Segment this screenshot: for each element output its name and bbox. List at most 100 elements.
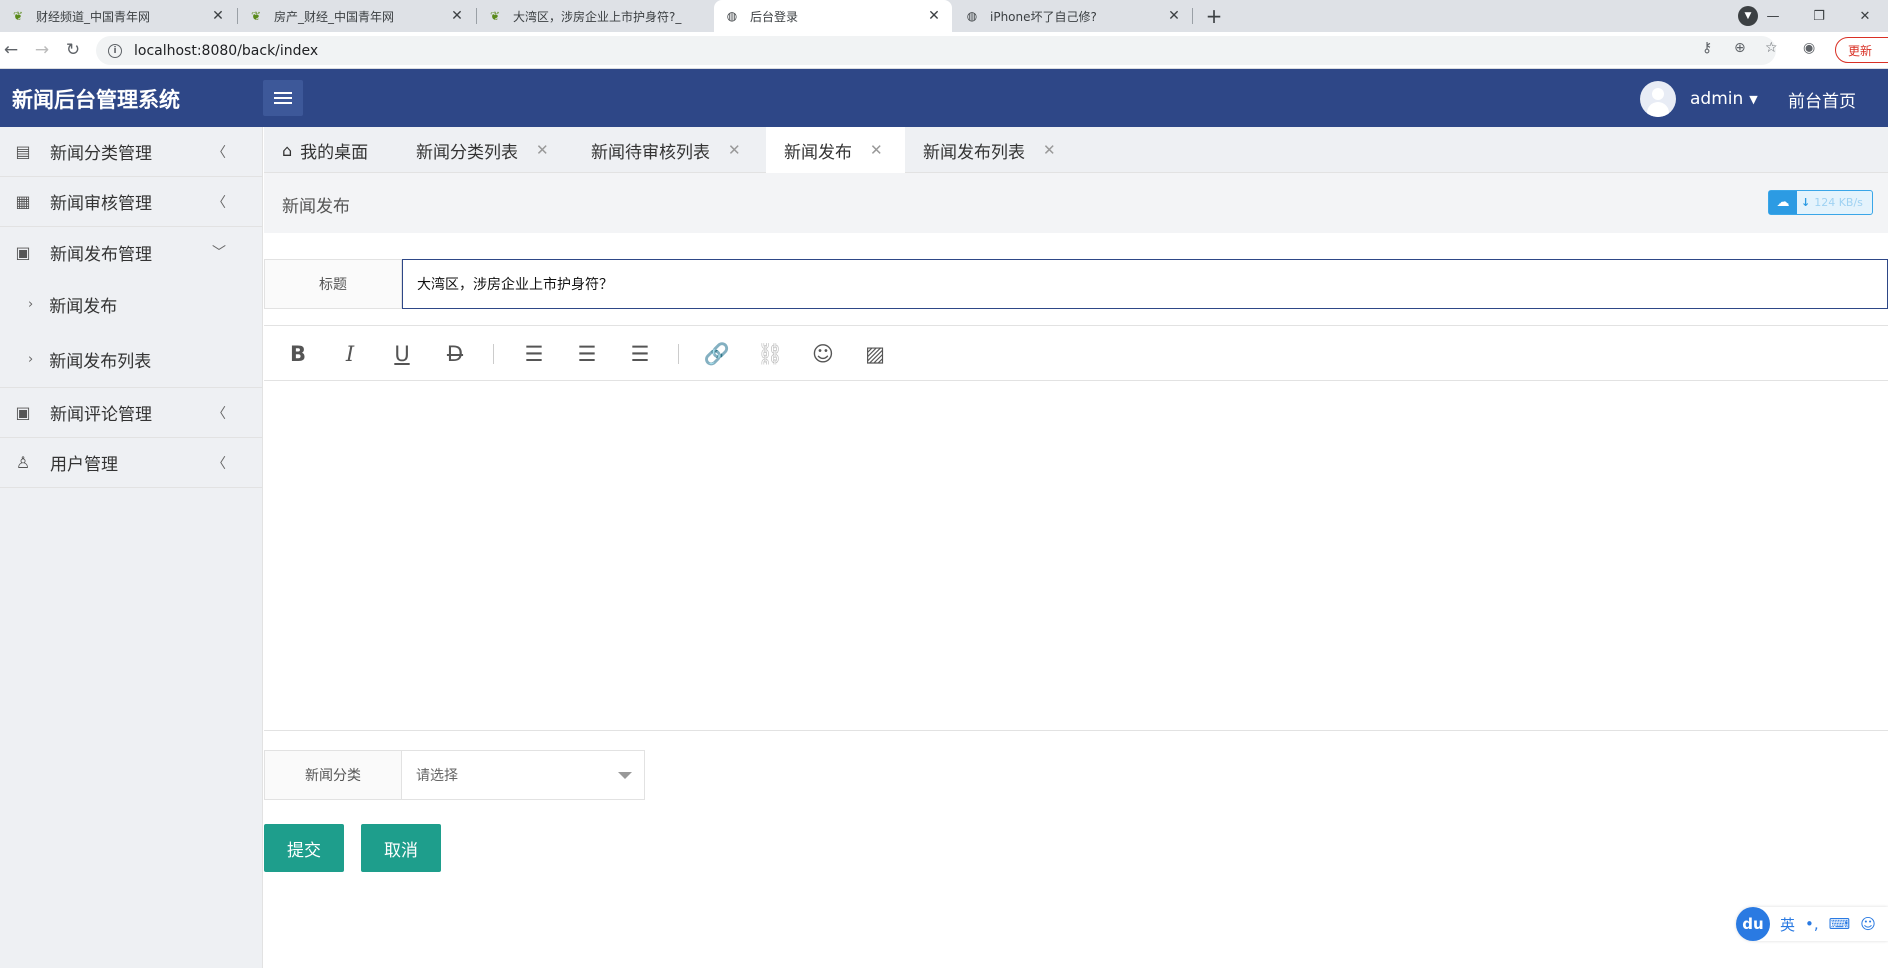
- tab-pending-review[interactable]: 新闻待审核列表 ✕: [591, 127, 741, 173]
- tab-desktop[interactable]: ⌂ 我的桌面: [282, 127, 368, 173]
- punctuation-icon[interactable]: •,: [1805, 915, 1819, 933]
- sidebar-item-label: 新闻审核管理: [50, 194, 152, 214]
- sidebar-item-category[interactable]: ▤ 新闻分类管理 〈: [0, 127, 262, 177]
- forward-icon[interactable]: →: [31, 40, 53, 60]
- chevron-right-icon: ›: [28, 297, 34, 312]
- minimize-icon[interactable]: —: [1750, 0, 1796, 32]
- keyboard-icon[interactable]: ⌨: [1829, 915, 1851, 933]
- back-icon[interactable]: ←: [0, 40, 22, 60]
- underline-icon[interactable]: U: [388, 340, 416, 368]
- home-icon: ⌂: [282, 140, 293, 160]
- cancel-button[interactable]: 取消: [361, 824, 441, 872]
- category-select[interactable]: 请选择: [402, 751, 644, 799]
- tab-news-publish[interactable]: 新闻发布 ✕: [766, 127, 905, 173]
- sidebar-subitem-publish[interactable]: › 新闻发布: [0, 277, 262, 332]
- user-menu[interactable]: admin ▼: [1640, 81, 1758, 117]
- leaf-icon: ❦: [12, 9, 24, 23]
- browser-tab[interactable]: ◍ iPhone坏了自己修? ✕: [954, 0, 1192, 32]
- image-icon[interactable]: ▨: [861, 340, 889, 368]
- menu-toggle-button[interactable]: [263, 80, 303, 116]
- sidebar-item-label: 新闻分类管理: [50, 144, 152, 164]
- editor-toolbar: B I U D ☰ ☰ ☰ 🔗 ⛓ ☺ ▨: [264, 325, 1888, 381]
- browser-tab-title: 大湾区，涉房企业上市护身符?_: [513, 9, 682, 24]
- close-icon[interactable]: ✕: [1043, 141, 1056, 159]
- app-header: 新闻后台管理系统 admin ▼ 前台首页: [0, 69, 1888, 127]
- ime-user-icon[interactable]: ☺: [1860, 915, 1876, 933]
- leaf-icon: ❦: [489, 9, 501, 23]
- chevron-left-icon: 〈: [212, 405, 226, 422]
- key-icon[interactable]: ⚷: [1702, 40, 1712, 56]
- close-icon[interactable]: ✕: [870, 141, 883, 159]
- browser-tab[interactable]: ❦ 房产_财经_中国青年网 ✕: [238, 0, 475, 32]
- star-icon[interactable]: ☆: [1765, 40, 1778, 56]
- align-left-icon[interactable]: ☰: [520, 340, 548, 368]
- close-icon[interactable]: ✕: [926, 8, 942, 24]
- submit-button[interactable]: 提交: [264, 824, 344, 872]
- browser-tab-title: iPhone坏了自己修?: [990, 9, 1097, 24]
- close-icon[interactable]: ✕: [728, 141, 741, 159]
- align-center-icon[interactable]: ☰: [573, 340, 601, 368]
- new-tab-button[interactable]: +: [1201, 0, 1227, 32]
- sidebar-subitem-label: 新闻发布列表: [49, 352, 152, 372]
- title-input[interactable]: [402, 259, 1888, 309]
- sidebar-item-label: 新闻评论管理: [50, 405, 152, 425]
- strikethrough-icon[interactable]: D: [441, 340, 469, 368]
- zoom-icon[interactable]: ⊕: [1734, 40, 1746, 56]
- sidebar-item-review[interactable]: ▦ 新闻审核管理 〈: [0, 177, 262, 227]
- editor-content-area[interactable]: [264, 381, 1888, 731]
- chevron-left-icon: 〈: [212, 194, 226, 211]
- tab-category-list[interactable]: 新闻分类列表 ✕: [416, 127, 549, 173]
- update-label: 更新: [1848, 43, 1873, 58]
- title-label: 标题: [265, 260, 402, 308]
- sidebar-item-comment[interactable]: ▣ 新闻评论管理 〈: [0, 388, 262, 438]
- globe-icon: ◍: [966, 9, 978, 23]
- browser-tab[interactable]: ❦ 大湾区，涉房企业上市护身符?_: [477, 0, 713, 32]
- avatar: [1640, 81, 1676, 117]
- sidebar-item-user[interactable]: ♙ 用户管理 〈: [0, 438, 262, 488]
- tab-label: 新闻发布列表: [923, 142, 1025, 163]
- ime-toolbar[interactable]: du 英 •, ⌨ ☺: [1736, 907, 1888, 941]
- chevron-down-icon: ﹀: [212, 245, 226, 261]
- close-icon[interactable]: ✕: [1166, 8, 1182, 24]
- browser-tab[interactable]: ❦ 财经频道_中国青年网 ✕: [0, 0, 236, 32]
- close-icon[interactable]: ✕: [449, 8, 465, 24]
- username: admin: [1690, 89, 1744, 109]
- category-label: 新闻分类: [265, 751, 402, 799]
- restore-icon[interactable]: ❐: [1796, 0, 1842, 32]
- sidebar-item-publish[interactable]: ▣ 新闻发布管理 ﹀: [0, 227, 262, 277]
- sidebar-subitem-publish-list[interactable]: › 新闻发布列表: [0, 332, 262, 387]
- link-icon[interactable]: 🔗: [703, 340, 731, 368]
- url-bar[interactable]: i localhost:8080/back/index: [96, 36, 1776, 65]
- update-button[interactable]: 更新: [1835, 37, 1888, 63]
- tab-publish-list[interactable]: 新闻发布列表 ✕: [923, 127, 1056, 173]
- page-title-bar: 新闻发布 ☁ ↓ 124 KB/s: [264, 173, 1888, 233]
- browser-tab-strip: ❦ 财经频道_中国青年网 ✕ ❦ 房产_财经_中国青年网 ✕ ❦ 大湾区，涉房企…: [0, 0, 1888, 32]
- sidebar-group-publish: ▣ 新闻发布管理 ﹀ › 新闻发布 › 新闻发布列表: [0, 227, 262, 388]
- sidebar: ▤ 新闻分类管理 〈 ▦ 新闻审核管理 〈 ▣ 新闻发布管理 ﹀ › 新闻发布 …: [0, 127, 263, 968]
- reload-icon[interactable]: ↻: [62, 40, 84, 60]
- table-icon: ▦: [15, 192, 31, 211]
- close-icon[interactable]: ✕: [210, 8, 226, 24]
- front-page-link[interactable]: 前台首页: [1788, 87, 1856, 112]
- ime-mode[interactable]: 英: [1780, 914, 1795, 935]
- category-placeholder: 请选择: [416, 768, 458, 784]
- italic-icon[interactable]: I: [336, 340, 364, 368]
- tab-label: 新闻分类列表: [416, 142, 518, 163]
- cloud-icon: ☁: [1769, 191, 1797, 214]
- browser-tab-active[interactable]: ◍ 后台登录 ✕: [714, 0, 952, 32]
- unlink-icon[interactable]: ⛓: [756, 340, 784, 368]
- title-row: 标题: [264, 259, 1888, 309]
- download-arrow-icon: ↓: [1801, 196, 1811, 209]
- emoji-icon[interactable]: ☺: [809, 340, 837, 368]
- close-icon[interactable]: ✕: [536, 141, 549, 159]
- tab-label: 我的桌面: [300, 142, 369, 163]
- window-controls: — ❐ ✕: [1750, 0, 1888, 32]
- comment-icon: ▣: [15, 403, 31, 422]
- info-icon[interactable]: i: [108, 43, 122, 58]
- profile-icon[interactable]: ◉: [1803, 40, 1815, 56]
- tab-label: 新闻发布: [784, 142, 852, 163]
- download-speed-widget[interactable]: ☁ ↓ 124 KB/s: [1768, 190, 1873, 215]
- bold-icon[interactable]: B: [284, 340, 312, 368]
- window-close-icon[interactable]: ✕: [1842, 0, 1888, 32]
- align-right-icon[interactable]: ☰: [626, 340, 654, 368]
